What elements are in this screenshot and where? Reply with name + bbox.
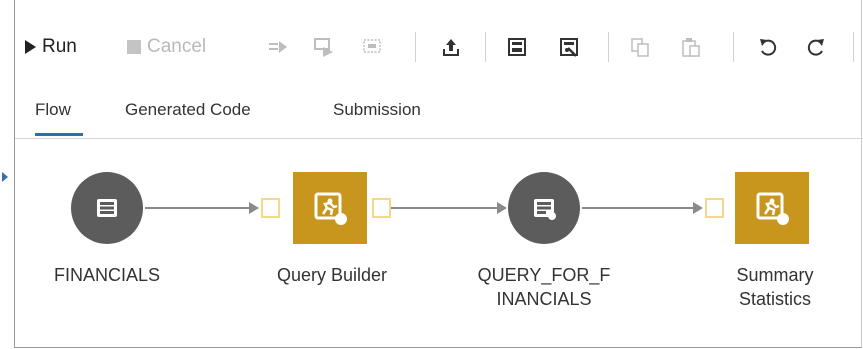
cancel-label: Cancel (147, 36, 207, 57)
flow-edge (582, 207, 695, 209)
node-label: Query Builder (276, 265, 388, 285)
toolbar: Run Cancel (15, 0, 863, 90)
tab-submission[interactable]: Submission (333, 100, 421, 136)
summary-statistics-icon (756, 192, 789, 225)
toolbar-separator (733, 32, 734, 62)
undo-icon[interactable] (757, 36, 779, 58)
flow-editor: Run Cancel Flow Generated Code Submissio… (14, 0, 863, 348)
node-label-line: Summary (736, 265, 814, 285)
arrow-icon (249, 202, 259, 214)
run-to-node-icon[interactable] (361, 36, 383, 58)
run-from-node-icon[interactable] (313, 36, 335, 58)
flow-edge (145, 207, 251, 209)
play-icon (25, 40, 36, 54)
toolbar-separator (608, 32, 609, 62)
arrow-icon (497, 202, 507, 214)
node-summary-statistics[interactable] (735, 172, 809, 244)
tab-generated-code[interactable]: Generated Code (125, 100, 251, 136)
flow-canvas[interactable]: FINANCIALS Query Builder QUERY_FOR_F INA… (15, 139, 863, 347)
toolbar-separator (415, 32, 416, 62)
node-label: Summary Statistics (705, 263, 845, 311)
stop-icon (127, 40, 141, 54)
toolbar-separator (853, 32, 854, 62)
save-icon[interactable] (506, 36, 528, 58)
node-financials[interactable] (71, 172, 143, 244)
node-label-line: QUERY_FOR_F (477, 265, 611, 285)
node-query-for-financials[interactable] (508, 172, 580, 244)
redo-icon[interactable] (805, 36, 827, 58)
node-label-line: INANCIALS (496, 289, 592, 309)
table-icon (97, 199, 117, 217)
output-port[interactable] (372, 198, 391, 218)
tab-bar: Flow Generated Code Submission (15, 92, 863, 139)
node-label-line: Statistics (738, 289, 812, 309)
run-label: Run (42, 36, 77, 57)
table-icon (534, 199, 556, 220)
node-query-builder[interactable] (293, 172, 367, 244)
paste-icon[interactable] (680, 36, 702, 58)
flow-edge (391, 207, 499, 209)
cancel-button[interactable]: Cancel (127, 32, 206, 62)
query-builder-icon (314, 192, 347, 225)
tab-flow[interactable]: Flow (35, 100, 83, 136)
node-label: FINANCIALS (53, 265, 161, 285)
upload-icon[interactable] (440, 36, 462, 58)
run-selected-icon[interactable] (267, 36, 289, 58)
arrow-icon (693, 202, 703, 214)
copy-icon[interactable] (629, 36, 651, 58)
save-as-icon[interactable] (558, 36, 580, 58)
node-label: QUERY_FOR_F INANCIALS (461, 263, 627, 311)
toolbar-separator (485, 32, 486, 62)
panel-expand-caret[interactable] (2, 172, 8, 182)
input-port[interactable] (705, 198, 724, 218)
run-button[interactable]: Run (25, 32, 77, 62)
input-port[interactable] (261, 198, 280, 218)
